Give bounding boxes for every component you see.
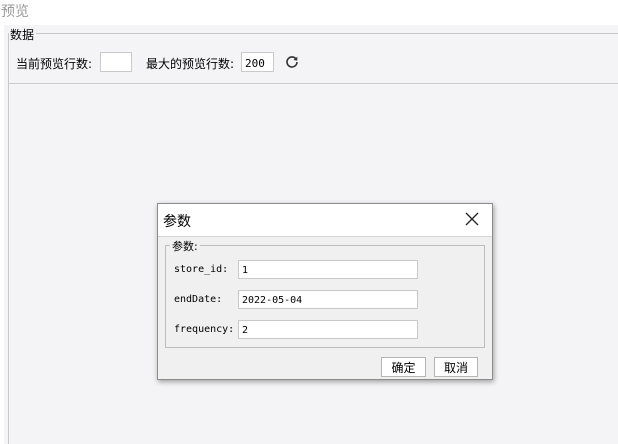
current-rows-field[interactable] [100,52,132,72]
page-title: 预览 [1,4,29,20]
store-id-input[interactable] [238,260,418,279]
toolbar-divider [8,83,618,84]
ok-button[interactable]: 确定 [381,357,426,377]
group-frame-left [8,33,9,444]
params-group-legend: 参数: [170,238,200,254]
refresh-icon[interactable] [285,55,299,69]
group-frame-top [8,33,618,34]
frequency-input[interactable] [238,320,418,339]
end-date-input[interactable] [238,290,418,309]
max-rows-field[interactable] [241,52,274,72]
store-id-label: store_id: [174,264,229,275]
close-icon[interactable] [465,212,479,226]
end-date-label: endDate: [174,294,223,305]
parameters-dialog: 参数 参数: store_id: endDate: frequency: 确定 … [157,203,493,380]
current-rows-label: 当前预览行数: [16,57,93,71]
data-group-legend: 数据 [9,26,37,43]
dialog-title: 参数 [163,214,191,230]
cancel-button[interactable]: 取消 [434,357,478,377]
frequency-label: frequency: [174,324,235,335]
max-rows-label: 最大的预览行数: [146,57,235,71]
dialog-titlebar: 参数 [158,204,492,237]
